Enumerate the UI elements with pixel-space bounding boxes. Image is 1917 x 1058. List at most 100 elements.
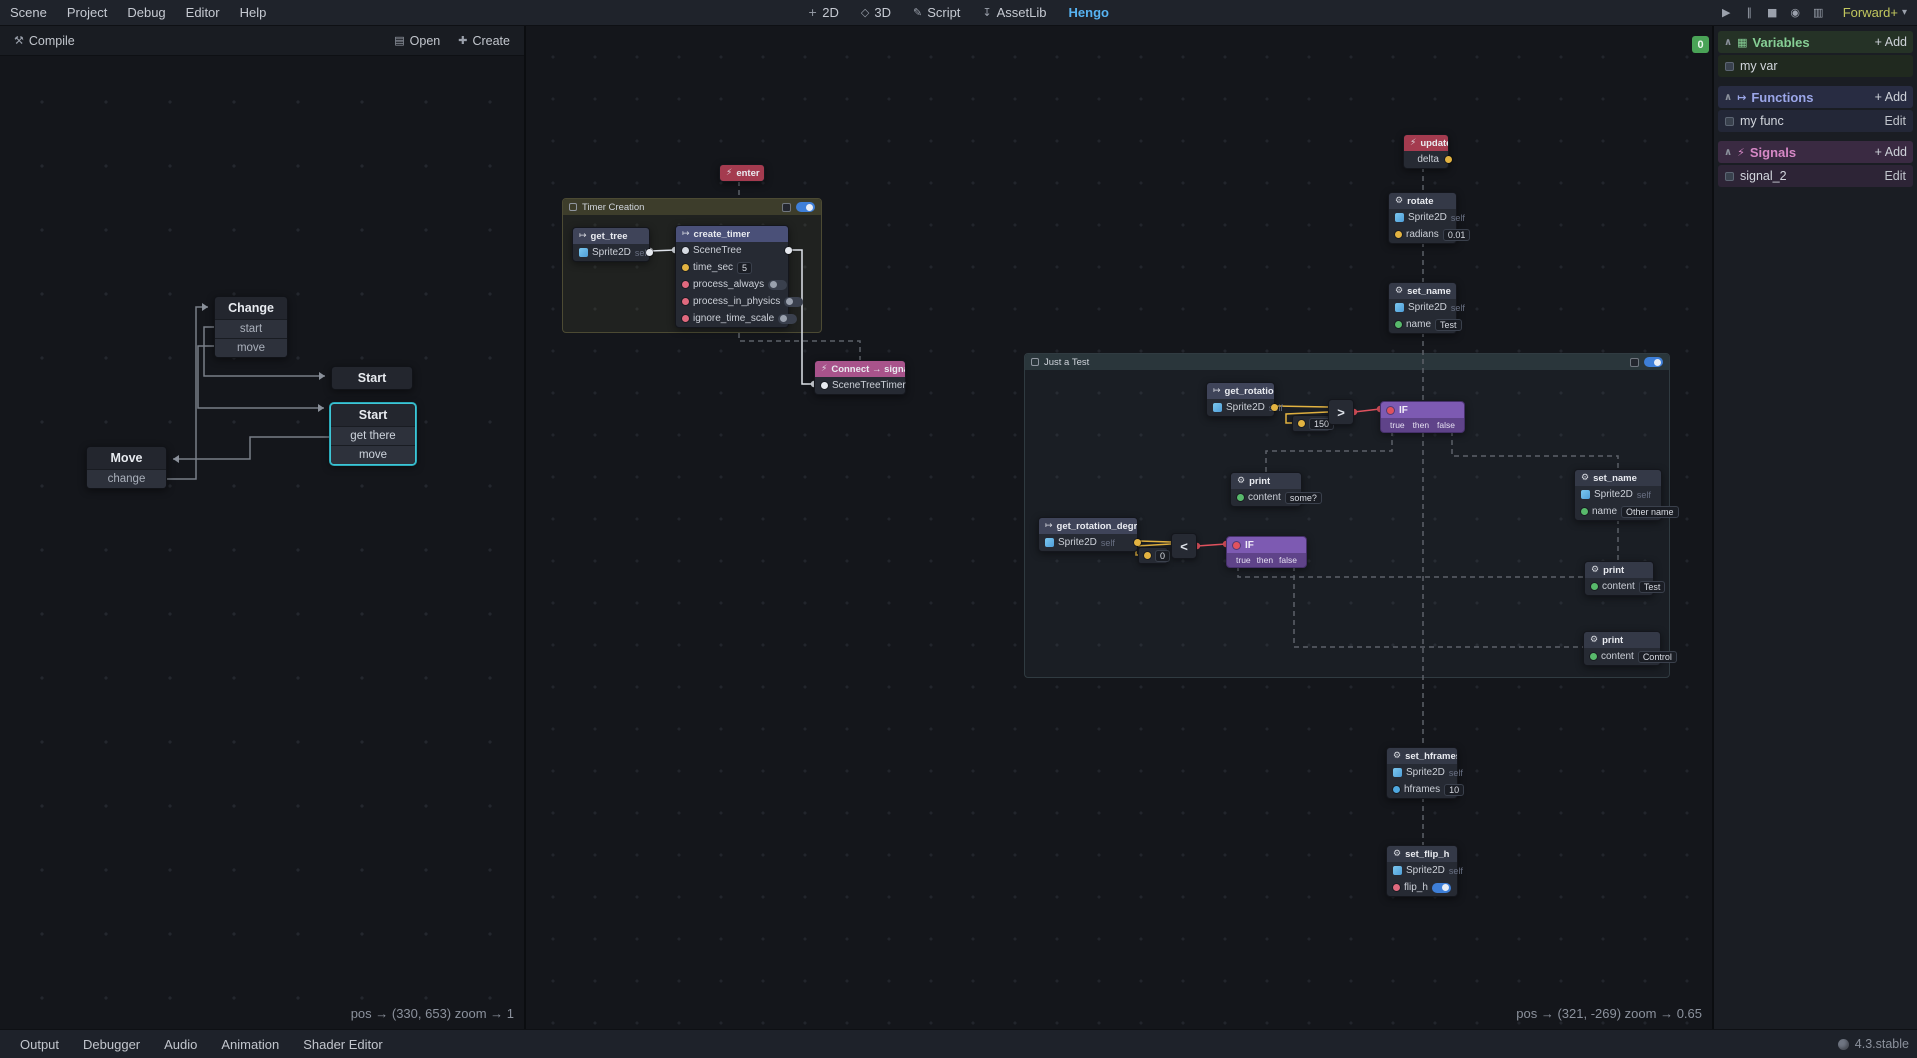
vs-node-enter[interactable]: ⚡enter bbox=[719, 164, 765, 182]
vs-node-print_test[interactable]: ⚙printcontentTest bbox=[1584, 561, 1654, 596]
workspace-tab-hengo[interactable]: Hengo bbox=[1069, 5, 1109, 20]
play-icon[interactable]: ▶ bbox=[1716, 6, 1737, 19]
frame-toggle[interactable] bbox=[796, 202, 815, 212]
input-port[interactable] bbox=[1395, 321, 1402, 328]
output-port[interactable] bbox=[1134, 539, 1141, 546]
input-port[interactable] bbox=[821, 382, 828, 389]
bottom-tab-output[interactable]: Output bbox=[8, 1030, 71, 1058]
vs-node-update[interactable]: ⚡updatedelta bbox=[1403, 134, 1449, 169]
section-header-functions[interactable]: ∧↦Functions+ Add bbox=[1718, 86, 1913, 108]
state-node-item[interactable]: move bbox=[331, 445, 415, 464]
menu-editor[interactable]: Editor bbox=[176, 0, 230, 26]
state-node-start[interactable]: Startget theremove bbox=[330, 403, 416, 465]
section-header-variables[interactable]: ∧▦Variables+ Add bbox=[1718, 31, 1913, 53]
value-field[interactable]: Test bbox=[1639, 581, 1666, 593]
vs-node-print_control[interactable]: ⚙printcontentControl bbox=[1583, 631, 1661, 666]
state-node-item[interactable]: move bbox=[215, 338, 287, 357]
input-port[interactable] bbox=[1590, 653, 1597, 660]
input-port[interactable] bbox=[682, 264, 689, 271]
chevron-up-icon[interactable]: ∧ bbox=[1724, 37, 1732, 48]
frame-color-swatch[interactable] bbox=[1630, 358, 1639, 367]
value-field[interactable]: Other name bbox=[1621, 506, 1679, 518]
menu-help[interactable]: Help bbox=[230, 0, 277, 26]
open-button[interactable]: ▤ Open bbox=[388, 31, 446, 51]
toggle-switch[interactable] bbox=[1432, 883, 1451, 893]
output-port[interactable] bbox=[1445, 156, 1452, 163]
section-header-signals[interactable]: ∧⚡Signals+ Add bbox=[1718, 141, 1913, 163]
add-signals-button[interactable]: + Add bbox=[1875, 145, 1907, 159]
input-port[interactable] bbox=[682, 298, 689, 305]
input-port[interactable] bbox=[1237, 494, 1244, 501]
workspace-tab-script[interactable]: ✎Script bbox=[913, 5, 960, 20]
value-field[interactable]: Test bbox=[1435, 319, 1462, 331]
member-row-signal_2[interactable]: signal_2Edit bbox=[1718, 165, 1913, 187]
condition-port[interactable] bbox=[1387, 407, 1394, 414]
toggle-switch[interactable] bbox=[784, 297, 803, 307]
state-node-change[interactable]: Changestartmove bbox=[214, 296, 288, 358]
remote-debug-icon[interactable]: ◉ bbox=[1785, 6, 1806, 19]
input-port[interactable] bbox=[1395, 231, 1402, 238]
bottom-tab-shader-editor[interactable]: Shader Editor bbox=[291, 1030, 395, 1058]
member-row-my-var[interactable]: my var bbox=[1718, 55, 1913, 77]
branch-true[interactable]: true bbox=[1390, 420, 1405, 430]
movie-mode-icon[interactable]: ▥ bbox=[1808, 6, 1829, 19]
vs-node-set_hframes[interactable]: ⚙set_hframesSprite2Dselfhframes10 bbox=[1386, 747, 1458, 799]
toggle-switch[interactable] bbox=[768, 280, 787, 290]
vs-node-create_timer[interactable]: ↦create_timerSceneTreetime_sec5process_a… bbox=[675, 225, 789, 328]
value-field[interactable]: Control bbox=[1638, 651, 1677, 663]
value-field[interactable]: 0.01 bbox=[1443, 229, 1471, 241]
output-port[interactable] bbox=[1271, 404, 1278, 411]
vs-node-if_2[interactable]: IFtruethenfalse bbox=[1226, 536, 1307, 568]
add-variables-button[interactable]: + Add bbox=[1875, 35, 1907, 49]
vs-op-op_lt[interactable]: < bbox=[1171, 533, 1197, 559]
value-field[interactable]: 5 bbox=[737, 262, 752, 274]
add-functions-button[interactable]: + Add bbox=[1875, 90, 1907, 104]
input-port[interactable] bbox=[1298, 420, 1305, 427]
vs-node-rotate[interactable]: ⚙rotateSprite2Dselfradians0.01 bbox=[1388, 192, 1457, 244]
branch-false[interactable]: false bbox=[1437, 420, 1455, 430]
vs-op-op_gt[interactable]: > bbox=[1328, 399, 1354, 425]
toggle-switch[interactable] bbox=[778, 314, 797, 324]
input-port[interactable] bbox=[682, 315, 689, 322]
value-field[interactable]: some? bbox=[1285, 492, 1322, 504]
vs-node-if_1[interactable]: IFtruethenfalse bbox=[1380, 401, 1465, 433]
input-port[interactable] bbox=[1581, 508, 1588, 515]
state-graph-canvas[interactable]: pos → (330, 653) zoom → 1 Changestartmov… bbox=[0, 56, 524, 1029]
bottom-tab-debugger[interactable]: Debugger bbox=[71, 1030, 152, 1058]
input-port[interactable] bbox=[682, 247, 689, 254]
frame-checkbox[interactable] bbox=[1031, 358, 1039, 366]
vs-node-get_rotation_degrees[interactable]: ↦get_rotation_degreesSprite2Dself bbox=[1038, 517, 1138, 552]
renderer-select[interactable]: Forward+ ▾ bbox=[1843, 5, 1907, 20]
output-port[interactable] bbox=[785, 247, 792, 254]
pause-icon[interactable]: ∥ bbox=[1739, 6, 1760, 19]
state-node-item[interactable]: change bbox=[87, 469, 166, 488]
compile-button[interactable]: ⚒ Compile bbox=[8, 31, 81, 51]
vs-node-print_some[interactable]: ⚙printcontentsome? bbox=[1230, 472, 1302, 507]
chevron-up-icon[interactable]: ∧ bbox=[1724, 147, 1732, 158]
edit-button[interactable]: Edit bbox=[1884, 114, 1906, 128]
bottom-tab-audio[interactable]: Audio bbox=[152, 1030, 209, 1058]
bottom-tab-animation[interactable]: Animation bbox=[209, 1030, 291, 1058]
create-button[interactable]: ✚ Create bbox=[452, 31, 516, 51]
branch-false[interactable]: false bbox=[1279, 555, 1297, 565]
chevron-up-icon[interactable]: ∧ bbox=[1724, 92, 1732, 103]
menu-debug[interactable]: Debug bbox=[117, 0, 175, 26]
input-port[interactable] bbox=[1393, 884, 1400, 891]
vs-node-set_name[interactable]: ⚙set_nameSprite2DselfnameTest bbox=[1388, 282, 1457, 334]
branch-then[interactable]: then bbox=[1257, 555, 1274, 565]
menu-scene[interactable]: Scene bbox=[0, 0, 57, 26]
workspace-tab-assetlib[interactable]: ↧AssetLib bbox=[982, 5, 1046, 20]
output-port[interactable] bbox=[646, 249, 653, 256]
frame-color-swatch[interactable] bbox=[782, 203, 791, 212]
script-graph-canvas[interactable]: 0 pos → (321, -269) zoom → 0.65 Timer Cr… bbox=[526, 26, 1714, 1029]
branch-then[interactable]: then bbox=[1413, 420, 1430, 430]
vs-node-set_flip_h[interactable]: ⚙set_flip_hSprite2Dselfflip_h bbox=[1386, 845, 1458, 897]
frame-toggle[interactable] bbox=[1644, 357, 1663, 367]
vs-value-val_150[interactable]: 150 bbox=[1292, 415, 1330, 432]
input-port[interactable] bbox=[682, 281, 689, 288]
value-field[interactable]: 10 bbox=[1444, 784, 1464, 796]
member-row-my-func[interactable]: my funcEdit bbox=[1718, 110, 1913, 132]
branch-true[interactable]: true bbox=[1236, 555, 1251, 565]
value-field[interactable]: 0 bbox=[1155, 550, 1170, 562]
stop-icon[interactable]: ■ bbox=[1762, 6, 1783, 19]
